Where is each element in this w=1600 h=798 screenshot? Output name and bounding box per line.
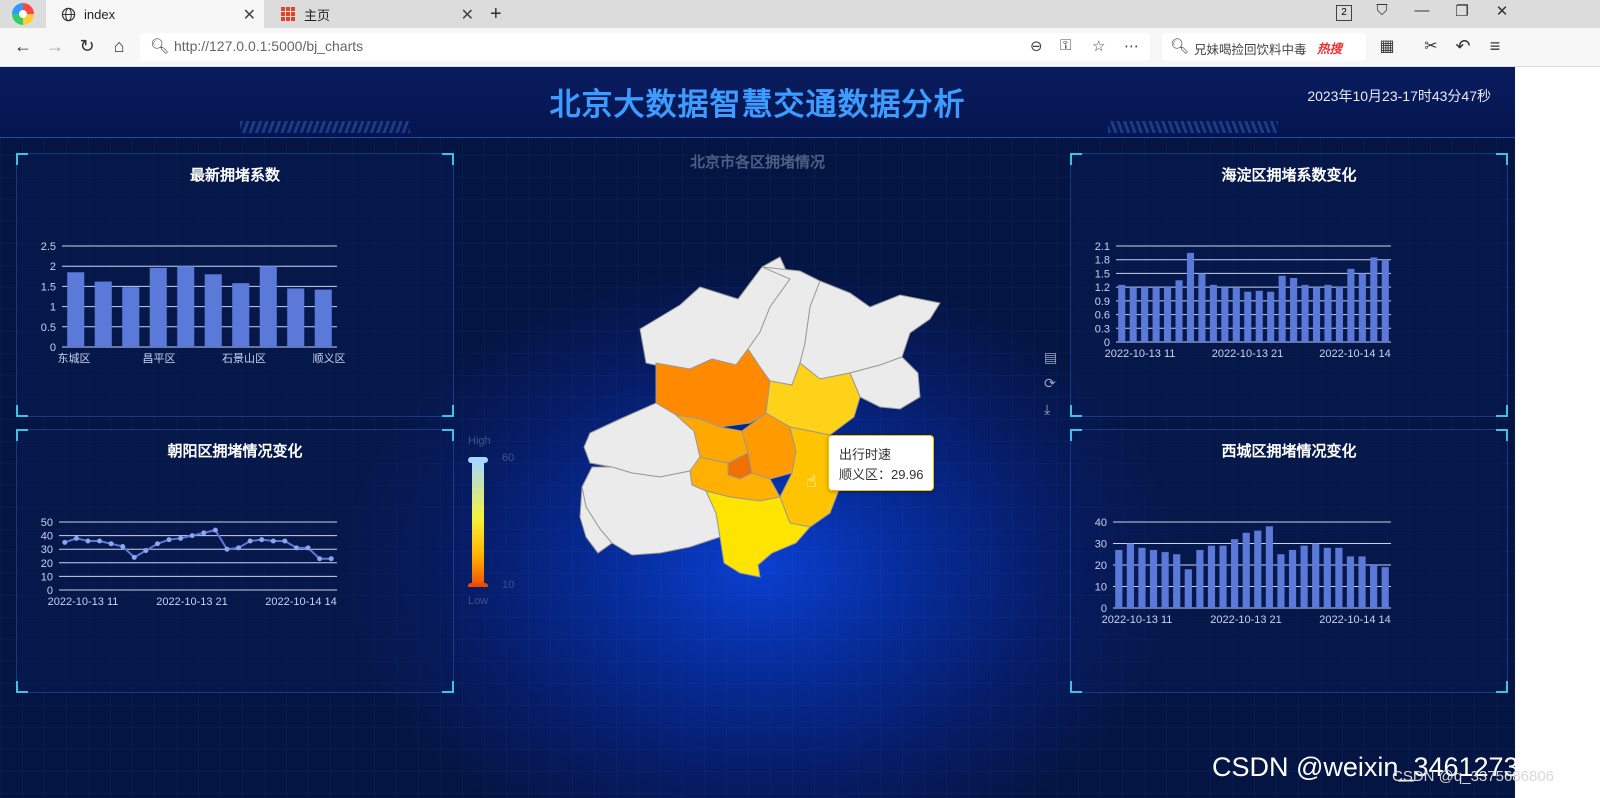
tab-label: 主页	[304, 7, 331, 23]
visual-map-max-label: 60	[502, 452, 515, 464]
visual-map-low-label: Low	[468, 595, 489, 607]
watermark-secondary: CSDN @q_3375686806	[1392, 768, 1555, 785]
visual-map-gradient[interactable]	[467, 457, 489, 587]
reload-icon[interactable]: ↻	[76, 36, 98, 57]
search-box[interactable]: 🔍︎ 兄妹喝捡回饮料中毒 热搜	[1162, 33, 1366, 61]
forward-icon[interactable]: →	[44, 36, 66, 57]
minimize-icon[interactable]: —	[1410, 2, 1434, 19]
search-icon: 🔍︎	[150, 38, 170, 55]
tooltip-title: 出行时速	[839, 447, 892, 462]
map-tooltip: 出行时速 顺义区：29.96	[828, 435, 934, 491]
beijing-district-map[interactable]	[0, 67, 1515, 798]
back-icon[interactable]: ←	[12, 36, 34, 57]
visual-map-handle-bottom	[468, 583, 488, 587]
close-window-icon[interactable]: ✕	[1490, 2, 1514, 20]
browser-tab-bar: index ✕ 主页 ✕ + 2 ⛉ — ❐ ✕	[0, 0, 1600, 28]
blank-area	[1515, 67, 1600, 798]
globe-icon	[60, 6, 76, 22]
tooltip-value: 顺义区：29.96	[839, 467, 924, 482]
tab-index[interactable]: index ✕	[46, 0, 264, 28]
browser-logo-icon[interactable]	[12, 3, 34, 25]
save-image-icon[interactable]: ⤓	[1044, 401, 1050, 418]
map-district-miyun	[799, 280, 941, 380]
visual-map-handle-top	[468, 457, 488, 463]
hand-cursor-icon: ☝	[806, 471, 817, 491]
visual-map-high-label: High	[468, 435, 491, 447]
shirt-skin-icon[interactable]: ⛉	[1370, 2, 1394, 19]
browser-nav-bar: ← → ↻ ⌂ 🔍︎ http://127.0.0.1:5000/bj_char…	[0, 28, 1600, 67]
zoom-out-icon[interactable]: ⊖	[1030, 37, 1043, 55]
hot-badge: 热搜	[1317, 42, 1343, 56]
menu-icon[interactable]: ≡	[1484, 36, 1506, 57]
tab-count-icon[interactable]: 2	[1336, 5, 1352, 21]
tab-label: index	[84, 6, 116, 22]
apps-grid-icon[interactable]: ▦	[1376, 36, 1398, 56]
url-text[interactable]: http://127.0.0.1:5000/bj_charts	[174, 38, 363, 54]
restore-icon[interactable]: ❐	[1450, 2, 1474, 20]
address-bar[interactable]: 🔍︎ http://127.0.0.1:5000/bj_charts ⊖ ⚿ ☆…	[140, 33, 1150, 61]
more-icon[interactable]: ⋯	[1124, 37, 1139, 55]
star-icon[interactable]: ☆	[1092, 37, 1105, 55]
data-view-icon[interactable]: ▤	[1044, 349, 1057, 366]
restore-icon[interactable]: ⟳	[1044, 375, 1056, 392]
scissors-icon[interactable]: ✂	[1420, 36, 1442, 56]
new-tab-icon[interactable]: +	[490, 3, 502, 26]
undo-icon[interactable]: ↶	[1452, 36, 1474, 57]
home-icon[interactable]: ⌂	[108, 36, 130, 57]
visual-map-min-label: 10	[502, 579, 515, 591]
search-suggestion[interactable]: 兄妹喝捡回饮料中毒	[1194, 39, 1307, 58]
close-tab-icon[interactable]: ✕	[461, 5, 474, 25]
grid-apps-icon	[280, 6, 296, 22]
tab-home[interactable]: 主页 ✕	[266, 0, 482, 28]
key-icon[interactable]: ⚿	[1060, 37, 1071, 54]
dashboard: 北京大数据智慧交通数据分析 2023年10月23-17时43分47秒 最新拥堵系…	[0, 67, 1515, 798]
search-icon: 🔍︎	[1170, 38, 1190, 55]
close-tab-icon[interactable]: ✕	[243, 5, 256, 25]
